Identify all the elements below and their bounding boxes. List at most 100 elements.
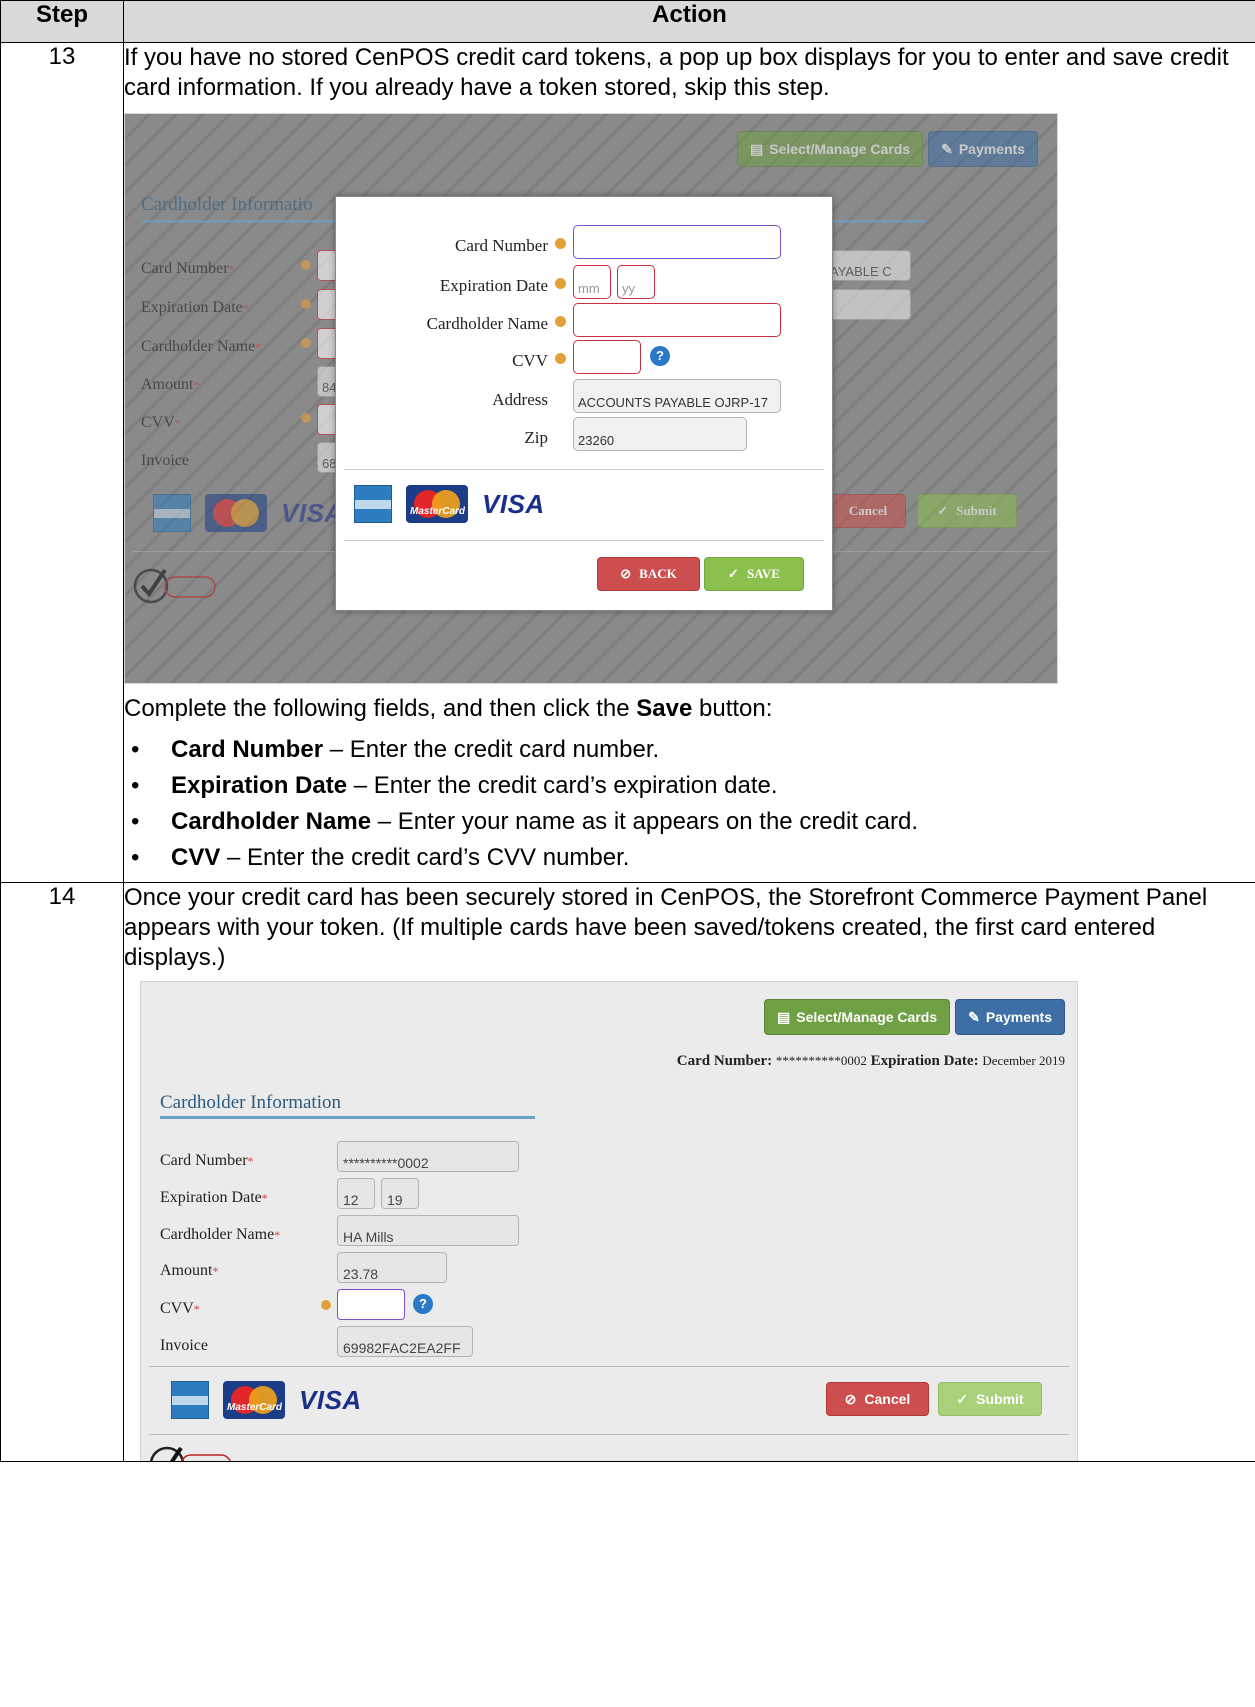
save-button[interactable]: ✓ SAVE (704, 557, 804, 591)
back-label: BACK (639, 566, 677, 581)
amount-field: 23.78 (337, 1252, 447, 1283)
modal-cvv-input[interactable] (573, 340, 641, 374)
bg-label-expiration: Expiration Date* (141, 299, 249, 316)
step-number: 14 (0, 882, 124, 1462)
top-buttons: ▤ Select/Manage Cards ✎ Payments (764, 999, 1065, 1035)
step-row-13: 13 If you have no stored CenPOS credit c… (0, 42, 1255, 883)
required-icon (555, 316, 566, 327)
add-card-modal: Card Number Expiration Date mm yy Cardho… (335, 196, 833, 611)
select-manage-label: Select/Manage Cards (796, 1009, 938, 1025)
cancel-icon: ⊘ (844, 1391, 857, 1407)
bg-label-cardholder: Cardholder Name* (141, 338, 262, 355)
modal-row-zip: Zip 23260 (336, 417, 834, 451)
verisign-seal (150, 1446, 231, 1461)
required-icon (301, 299, 311, 309)
required-icon (301, 260, 311, 270)
cancel-label: Cancel (864, 1391, 911, 1407)
payments-label: Payments (985, 1009, 1052, 1025)
modal-cardholder-input[interactable] (573, 303, 781, 337)
list-item: CVV – Enter the credit card’s CVV number… (124, 840, 1255, 876)
modal-exp-month-input[interactable]: mm (573, 265, 611, 299)
modal-row-cardholder: Cardholder Name (336, 303, 834, 337)
payments-button[interactable]: ✎ Payments (928, 131, 1038, 167)
cards-icon: ▤ (777, 1009, 791, 1025)
submit-button[interactable]: ✓ Submit (938, 1382, 1042, 1416)
modal-label-cvv: CVV (512, 351, 548, 370)
exp-year-field: 19 (381, 1178, 419, 1209)
select-manage-cards-button[interactable]: ▤ Select/Manage Cards (764, 999, 951, 1035)
modal-zip-field: 23260 (573, 417, 747, 451)
bg-label-card-number: Card Number* (141, 260, 235, 277)
label-cardholder: Cardholder Name* (160, 1226, 281, 1243)
instruction: Complete the following fields, and then … (124, 695, 773, 722)
payment-panel-screenshot: ▤ Select/Manage Cards ✎ Payments Card Nu… (140, 981, 1078, 1461)
info-icon[interactable]: ? (413, 1294, 433, 1314)
required-icon (321, 1300, 331, 1310)
step-action: If you have no stored CenPOS credit card… (123, 42, 1255, 883)
modal-divider (344, 540, 824, 541)
modal-label-address: Address (492, 390, 548, 409)
mastercard-icon: MasterCard (223, 1381, 285, 1419)
bg-label-invoice: Invoice (141, 452, 189, 469)
step-row-14: 14 Once your credit card has been secure… (0, 882, 1255, 1462)
required-icon (301, 413, 311, 423)
bg-cancel-label: Cancel (848, 503, 888, 518)
modal-label-cardholder: Cardholder Name (426, 314, 548, 333)
payments-button[interactable]: ✎ Payments (955, 999, 1065, 1035)
cvv-input[interactable] (337, 1289, 405, 1320)
divider (149, 1366, 1069, 1367)
check-icon: ✓ (937, 503, 949, 518)
bg-label-cvv: CVV* (141, 414, 181, 431)
back-button[interactable]: ⊘ BACK (597, 557, 700, 591)
modal-address-field: ACCOUNTS PAYABLE OJRP-17 (573, 379, 781, 413)
modal-row-expiration: Expiration Date mm yy (336, 265, 834, 299)
header-step: Step (0, 0, 124, 43)
modal-card-number-input[interactable] (573, 225, 781, 259)
modal-label-zip: Zip (524, 428, 548, 447)
header-row: Step Action (0, 0, 1255, 43)
required-icon (555, 353, 566, 364)
modal-row-card-number: Card Number (336, 225, 834, 259)
visa-icon: VISA (299, 1385, 362, 1415)
list-item: Cardholder Name – Enter your name as it … (124, 804, 1255, 840)
card-logos: MasterCard VISA (171, 1381, 362, 1419)
amex-icon (153, 494, 191, 532)
amex-icon (354, 485, 392, 523)
label-cvv: CVV* (160, 1300, 200, 1317)
label-expiration: Expiration Date* (160, 1189, 268, 1206)
info-icon[interactable]: ? (650, 346, 670, 366)
card-number-field: **********0002 (337, 1141, 519, 1172)
section-title: Cardholder Informatio (141, 194, 313, 215)
modal-exp-year-input[interactable]: yy (617, 265, 655, 299)
pencil-icon: ✎ (941, 141, 953, 157)
modal-divider (344, 469, 824, 470)
bg-submit-label: Submit (956, 503, 997, 518)
modal-row-address: Address ACCOUNTS PAYABLE OJRP-17 (336, 379, 834, 413)
divider (149, 1434, 1069, 1435)
select-manage-cards-button[interactable]: ▤ Select/Manage Cards (737, 131, 924, 167)
step-intro: If you have no stored CenPOS credit card… (124, 44, 1229, 101)
modal-card-logos: MasterCard VISA (354, 485, 545, 523)
cards-icon: ▤ (750, 141, 764, 157)
pencil-icon: ✎ (968, 1009, 980, 1025)
top-buttons: ▤ Select/Manage Cards ✎ Payments (737, 131, 1038, 167)
bg-zip-field (825, 289, 911, 320)
modal-label-expiration: Expiration Date (439, 276, 548, 295)
bg-label-amount: Amount* (141, 376, 200, 393)
amex-icon (171, 1381, 209, 1419)
step-intro: Once your credit card has been securely … (124, 884, 1208, 971)
bg-address-field: AYABLE C (825, 250, 911, 281)
select-manage-label: Select/Manage Cards (769, 141, 911, 157)
bg-cancel-button[interactable]: Cancel (830, 494, 906, 528)
step-action: Once your credit card has been securely … (123, 882, 1255, 1462)
label-amount: Amount* (160, 1262, 219, 1279)
back-icon: ⊘ (620, 566, 632, 581)
modal-row-cvv: CVV ? (336, 340, 834, 374)
bg-card-logos: VISA (153, 494, 344, 532)
cancel-button[interactable]: ⊘ Cancel (826, 1382, 929, 1416)
label-invoice: Invoice (160, 1337, 208, 1354)
payments-label: Payments (958, 141, 1025, 157)
bg-submit-button[interactable]: ✓ Submit (917, 494, 1017, 528)
mastercard-icon: MasterCard (406, 485, 468, 523)
step-number: 13 (0, 42, 124, 883)
